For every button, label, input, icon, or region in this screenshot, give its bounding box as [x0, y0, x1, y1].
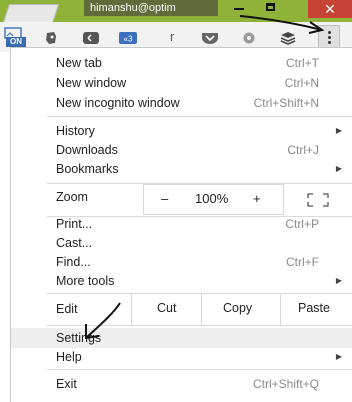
menu-item-label: More tools [56, 274, 115, 288]
paste-button[interactable]: Paste [298, 301, 330, 315]
stack-icon[interactable] [280, 31, 296, 45]
edit-divider [201, 294, 202, 325]
pocket-save-icon[interactable] [200, 31, 220, 45]
menu-item-history[interactable]: History ▶ [11, 121, 352, 141]
menu-dot [328, 36, 331, 39]
submenu-arrow-icon: ▶ [335, 276, 342, 285]
submenu-arrow-icon: ▶ [335, 126, 342, 135]
menu-item-exit[interactable]: Exit Ctrl+Shift+Q [11, 374, 352, 394]
menu-item-label: History [56, 124, 95, 138]
menu-item-label: Exit [56, 377, 77, 391]
chrome-menu: New tab Ctrl+T New window Ctrl+N New inc… [10, 47, 352, 402]
menu-item-help[interactable]: Help ▶ [11, 347, 352, 367]
menu-item-label: New window [56, 76, 127, 90]
svg-text:«3: «3 [124, 35, 133, 44]
menu-item-label: New incognito window [56, 96, 180, 110]
menu-item-cast[interactable]: Cast... [11, 233, 352, 253]
menu-dot [328, 41, 331, 44]
chrome-menu-button[interactable] [318, 25, 340, 49]
pocket-icon[interactable] [82, 31, 100, 45]
menu-separator [47, 369, 352, 370]
zoom-in-button[interactable]: + [253, 191, 261, 206]
menu-item-shortcut: Ctrl+F [286, 255, 319, 269]
menu-item-shortcut: Ctrl+Shift+Q [252, 377, 319, 391]
fullscreen-icon[interactable] [307, 193, 329, 207]
menu-item-shortcut: Ctrl+P [285, 217, 319, 231]
menu-item-shortcut: Ctrl+Shift+N [253, 96, 319, 110]
profile-button[interactable]: himanshu@optim [84, 0, 218, 16]
page-content-edge [0, 52, 10, 402]
zoom-label: Zoom [56, 190, 88, 204]
menu-dot [328, 31, 331, 34]
menu-item-label: Print... [56, 217, 93, 231]
gear-icon[interactable] [240, 31, 258, 45]
menu-item-label: Downloads [56, 143, 118, 157]
copy-button[interactable]: Copy [223, 301, 252, 315]
cut-button[interactable]: Cut [157, 301, 176, 315]
menu-separator [47, 325, 352, 326]
r-extension-icon[interactable]: r [170, 29, 174, 44]
maximize-icon[interactable] [266, 3, 275, 11]
menu-item-label: New tab [56, 56, 102, 70]
menu-item-label: Cast... [56, 236, 93, 250]
edit-label: Edit [56, 302, 78, 316]
menu-item-label: Help [56, 350, 82, 364]
menu-item-label: Bookmarks [56, 162, 119, 176]
menu-item-new-tab[interactable]: New tab Ctrl+T [11, 53, 352, 73]
menu-item-bookmarks[interactable]: Bookmarks ▶ [11, 159, 352, 179]
menu-item-find[interactable]: Find... Ctrl+F [11, 252, 352, 272]
browser-tab[interactable] [2, 4, 60, 23]
submenu-arrow-icon: ▶ [335, 352, 342, 361]
menu-separator [47, 116, 352, 117]
close-window-button[interactable]: ✕ [308, 0, 352, 18]
menu-item-shortcut: Ctrl+J [287, 143, 319, 157]
evernote-icon[interactable] [44, 31, 58, 45]
on-badge: ON [6, 37, 26, 47]
submenu-arrow-icon: ▶ [335, 164, 342, 173]
menu-item-shortcut: Ctrl+T [286, 56, 319, 70]
menu-item-label: Settings [56, 331, 102, 345]
menu-item-more-tools[interactable]: More tools ▶ [11, 271, 352, 291]
zoom-level: 100% [195, 191, 229, 206]
edit-divider [280, 294, 281, 325]
edit-row: Edit Cut Copy Paste [11, 294, 352, 326]
zoom-row: Zoom – 100% + [11, 184, 352, 216]
menu-item-label: Find... [56, 255, 91, 269]
menu-item-new-window[interactable]: New window Ctrl+N [11, 73, 352, 93]
menu-item-new-incognito-window[interactable]: New incognito window Ctrl+Shift+N [11, 93, 352, 113]
feedly-icon[interactable]: «3 [118, 31, 138, 45]
menu-item-settings[interactable]: Settings [11, 328, 352, 348]
minimize-icon[interactable] [234, 8, 244, 10]
zoom-out-button[interactable]: – [161, 191, 168, 206]
menu-item-shortcut: Ctrl+N [284, 76, 319, 90]
menu-item-downloads[interactable]: Downloads Ctrl+J [11, 140, 352, 160]
menu-item-print[interactable]: Print... Ctrl+P [11, 214, 352, 234]
edit-divider [131, 294, 132, 325]
window-titlebar: himanshu@optim ✕ [0, 0, 352, 23]
